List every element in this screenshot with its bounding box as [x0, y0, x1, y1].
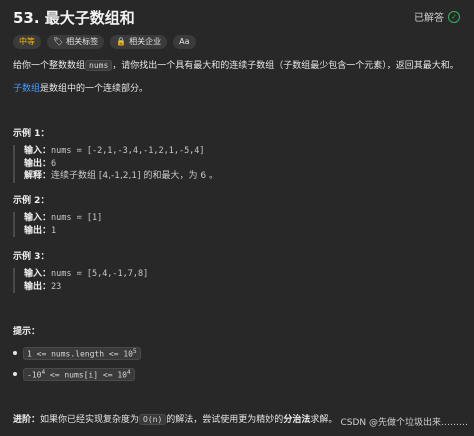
related-companies-button[interactable]: 🔒 相关企业: [110, 35, 168, 49]
constraint-2-code: -104 <= nums[i] <= 104: [23, 368, 135, 381]
lock-icon: 🔒: [116, 37, 127, 46]
difficulty-label: 中等: [19, 37, 35, 46]
bullet-icon: [13, 351, 17, 356]
solved-status: 已解答 ✓: [414, 9, 460, 24]
example-1-output: 6: [51, 158, 57, 169]
problem-page: 53. 最大子数组和 已解答 ✓ 中等 🏷 相关标签 🔒 相关企业 Aa 给你一…: [0, 0, 474, 436]
output-label: 输出：: [24, 158, 52, 169]
output-label: 输出：: [24, 281, 52, 292]
tag-bar: 中等 🏷 相关标签 🔒 相关企业 Aa: [13, 35, 196, 49]
check-circle-icon: ✓: [448, 10, 460, 23]
description-line1: 给你一个整数数组 nums ，请你找出一个具有最大和的连续子数组（子数组最少包含一个…: [13, 58, 459, 71]
example-1-input: nums = [-2,1,-3,4,-1,2,1,-5,4]: [51, 146, 205, 156]
example-3-title: 示例 3：: [13, 252, 50, 262]
subarray-link[interactable]: 子数组: [13, 84, 40, 94]
example-1-title: 示例 1：: [13, 129, 50, 139]
input-label: 输入：: [24, 146, 52, 156]
example-2-output: 1: [51, 225, 57, 236]
desc-text-2: ，请你找出一个具有最大和的连续子数组（子数组最少包含一个元素），返回其最大和。: [112, 61, 459, 71]
related-companies-label: 相关企业: [129, 37, 162, 46]
related-tags-label: 相关标签: [66, 37, 99, 46]
desc-text-1: 给你一个整数数组: [13, 61, 86, 71]
description-line2: 子数组是数组中的一个连续部分。: [13, 81, 148, 94]
followup-bold: 分治法: [283, 415, 311, 425]
constraint-item-1: 1 <= nums.length <= 105: [13, 347, 141, 360]
explanation-label: 解释：: [24, 171, 52, 181]
example-1-block: 输入：nums = [-2,1,-3,4,-1,2,1,-5,4] 输出：6 解…: [13, 145, 218, 183]
font-size-button[interactable]: Aa: [173, 35, 196, 49]
example-3-block: 输入：nums = [5,4,-1,7,8] 输出：23: [13, 268, 148, 293]
constraint-1-code: 1 <= nums.length <= 105: [23, 347, 141, 360]
problem-title: 53. 最大子数组和: [13, 9, 135, 27]
constraint-1-text: 1 <= nums.length <= 10: [27, 349, 133, 359]
constraint-item-2: -104 <= nums[i] <= 104: [13, 368, 135, 381]
example-2-title: 示例 2：: [13, 196, 50, 206]
tag-icon: 🏷: [53, 37, 64, 46]
constraints-title: 提示：: [13, 327, 41, 337]
constraint-1-exponent: 5: [132, 348, 137, 355]
related-tags-button[interactable]: 🏷 相关标签: [47, 35, 105, 49]
input-label: 输入：: [24, 213, 52, 223]
example-1-explanation: 连续子数组 [4,-1,2,1] 的和最大，为 6 。: [51, 171, 218, 181]
example-3-input: nums = [5,4,-1,7,8]: [51, 269, 149, 279]
solved-label: 已解答: [414, 13, 444, 24]
followup-label: 进阶：: [13, 415, 41, 425]
followup-line: 进阶：如果你已经实现复杂度为 O(n) 的解法，尝试使用更为精妙的分治法求解。: [13, 412, 337, 425]
output-label: 输出：: [24, 225, 52, 236]
example-3-output: 23: [51, 281, 62, 292]
desc-code-nums: nums: [85, 60, 113, 71]
font-icon: Aa: [179, 37, 190, 46]
followup-text-3: 求解。: [310, 415, 338, 425]
watermark: CSDN @先做个垃圾出来………: [340, 418, 468, 428]
constraint-2-text-a: -10: [27, 370, 42, 380]
difficulty-badge[interactable]: 中等: [13, 35, 41, 49]
constraint-2-exponent-b: 4: [126, 369, 131, 376]
input-label: 输入：: [24, 269, 52, 279]
example-2-block: 输入：nums = [1] 输出：1: [13, 212, 102, 237]
bullet-icon: [13, 372, 17, 377]
followup-text-1: 如果你已经实现复杂度为: [40, 415, 140, 425]
followup-code: O(n): [139, 414, 167, 425]
example-2-input: nums = [1]: [51, 213, 103, 223]
followup-text-2: 的解法，尝试使用更为精妙的: [166, 415, 284, 425]
desc-text-3: 是数组中的一个连续部分。: [40, 84, 149, 94]
constraint-2-text-b: <= nums[i] <= 10: [45, 370, 127, 380]
